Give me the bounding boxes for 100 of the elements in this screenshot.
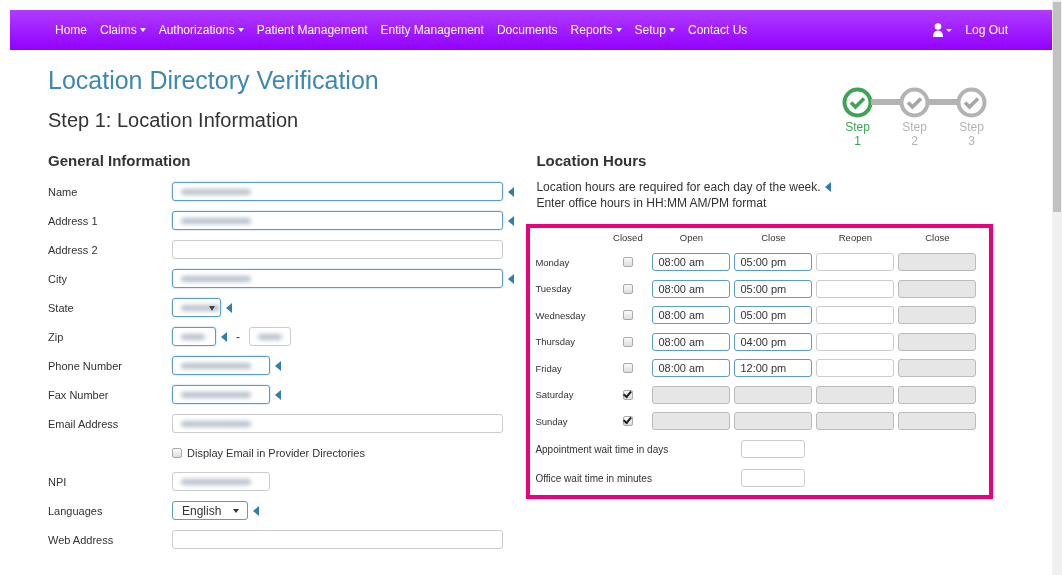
field-label: NPI: [48, 475, 68, 488]
step-number: 3: [968, 134, 975, 148]
scrollbar[interactable]: [1052, 0, 1062, 575]
time-field[interactable]: 08:00 am: [652, 253, 731, 272]
column-header: Reopen: [837, 232, 874, 243]
input-field[interactable]: [741, 440, 806, 458]
page-title: Location Directory Verification: [48, 66, 379, 95]
step-connector: [928, 99, 960, 105]
checkbox[interactable]: [622, 310, 633, 321]
hint-text: Enter office hours in HH:MM AM/PM format: [536, 195, 767, 211]
column-header: Closed: [612, 232, 644, 243]
input-field[interactable]: [172, 269, 503, 288]
required-marker-icon: [824, 182, 831, 192]
day-label: Tuesday: [535, 283, 573, 295]
checkbox[interactable]: [622, 389, 633, 400]
select-field[interactable]: [172, 298, 221, 317]
day-label: Friday: [535, 362, 563, 374]
checkbox[interactable]: [622, 257, 633, 268]
input-field[interactable]: [172, 240, 503, 259]
input-field[interactable]: [172, 356, 270, 375]
field-label: Address 2: [48, 243, 99, 256]
checkbox[interactable]: [622, 416, 633, 427]
time-field[interactable]: [816, 359, 895, 378]
zip-separator: -: [236, 329, 240, 344]
day-label: Wednesday: [535, 309, 587, 321]
input-field[interactable]: [172, 182, 503, 201]
time-field[interactable]: 04:00 pm: [734, 332, 813, 351]
field-label: Address 1: [48, 214, 99, 227]
day-label: Thursday: [535, 336, 576, 348]
nav-link[interactable]: Authorizations: [158, 23, 244, 37]
required-marker-icon: [275, 360, 281, 371]
required-marker-icon: [226, 302, 232, 313]
language-dropdown[interactable]: English: [172, 501, 249, 520]
step-label: Step: [959, 120, 984, 134]
step-title: Step 1: Location Information: [48, 109, 300, 132]
input-field[interactable]: [172, 472, 270, 491]
step-label: Step: [902, 120, 927, 134]
day-label: Monday: [535, 256, 571, 268]
nav-link[interactable]: Home: [55, 23, 87, 37]
time-field[interactable]: [816, 279, 895, 298]
input-field[interactable]: [172, 211, 503, 230]
nav-link[interactable]: Contact Us: [687, 23, 748, 37]
field-label: Name: [48, 185, 79, 198]
step-connector: [871, 99, 903, 105]
nav-link[interactable]: Entity Management: [380, 23, 484, 37]
day-label: Sunday: [535, 415, 569, 427]
checkbox[interactable]: [172, 447, 182, 458]
section-heading: General Information: [48, 152, 192, 169]
input-field[interactable]: [249, 327, 291, 346]
field-label: Appointment wait time in days: [535, 443, 670, 455]
field-label: Fax Number: [48, 388, 110, 401]
checkbox[interactable]: [622, 336, 633, 347]
time-field[interactable]: 08:00 am: [652, 279, 731, 298]
time-field[interactable]: 12:00 pm: [734, 359, 813, 378]
step-number: 2: [911, 134, 918, 148]
required-marker-icon: [508, 215, 514, 226]
user-icon[interactable]: [933, 23, 954, 37]
nav-link[interactable]: Claims: [100, 23, 146, 37]
hint-text: Location hours are required for each day of the week.: [536, 179, 821, 195]
field-label: Office wait time in minutes: [535, 472, 653, 484]
required-marker-icon: [221, 331, 227, 342]
required-marker-icon: [508, 273, 514, 284]
nav-link[interactable]: Reports: [570, 23, 622, 37]
time-field[interactable]: [816, 253, 895, 272]
field-label: Zip: [48, 330, 65, 343]
column-header: Close: [760, 232, 787, 243]
input-field[interactable]: [172, 385, 270, 404]
field-label: Email Address: [48, 417, 120, 430]
nav-link[interactable]: Patient Management: [256, 23, 368, 37]
day-label: Saturday: [535, 389, 575, 401]
time-field[interactable]: 08:00 am: [652, 332, 731, 351]
time-field[interactable]: [816, 306, 895, 325]
input-field[interactable]: [741, 469, 806, 487]
required-marker-icon: [508, 186, 514, 197]
time-field[interactable]: 08:00 am: [652, 359, 731, 378]
field-label: Languages: [48, 504, 104, 517]
time-field[interactable]: 05:00 pm: [734, 279, 813, 298]
input-field[interactable]: [172, 530, 503, 549]
checkbox[interactable]: [622, 363, 633, 374]
section-heading: Location Hours: [536, 152, 648, 169]
step-label: Step: [845, 120, 870, 134]
nav-link[interactable]: Setup: [634, 23, 675, 37]
required-marker-icon: [275, 389, 281, 400]
field-label: Phone Number: [48, 359, 123, 372]
column-header: Close: [924, 232, 951, 243]
field-label: Web Address: [48, 533, 115, 546]
column-header: Open: [678, 232, 704, 243]
step-number: 1: [854, 134, 861, 148]
time-field[interactable]: 05:00 pm: [734, 253, 813, 272]
checkbox[interactable]: [622, 283, 633, 294]
time-field[interactable]: 08:00 am: [652, 306, 731, 325]
input-field[interactable]: [172, 327, 216, 346]
input-field[interactable]: [172, 414, 503, 433]
field-label: State: [48, 301, 75, 314]
time-field[interactable]: 05:00 pm: [734, 306, 813, 325]
required-marker-icon: [253, 505, 260, 516]
time-field[interactable]: [816, 332, 895, 351]
nav-link[interactable]: Documents: [496, 23, 558, 37]
field-label: City: [48, 272, 68, 285]
logout-link[interactable]: Log Out: [965, 23, 1008, 37]
